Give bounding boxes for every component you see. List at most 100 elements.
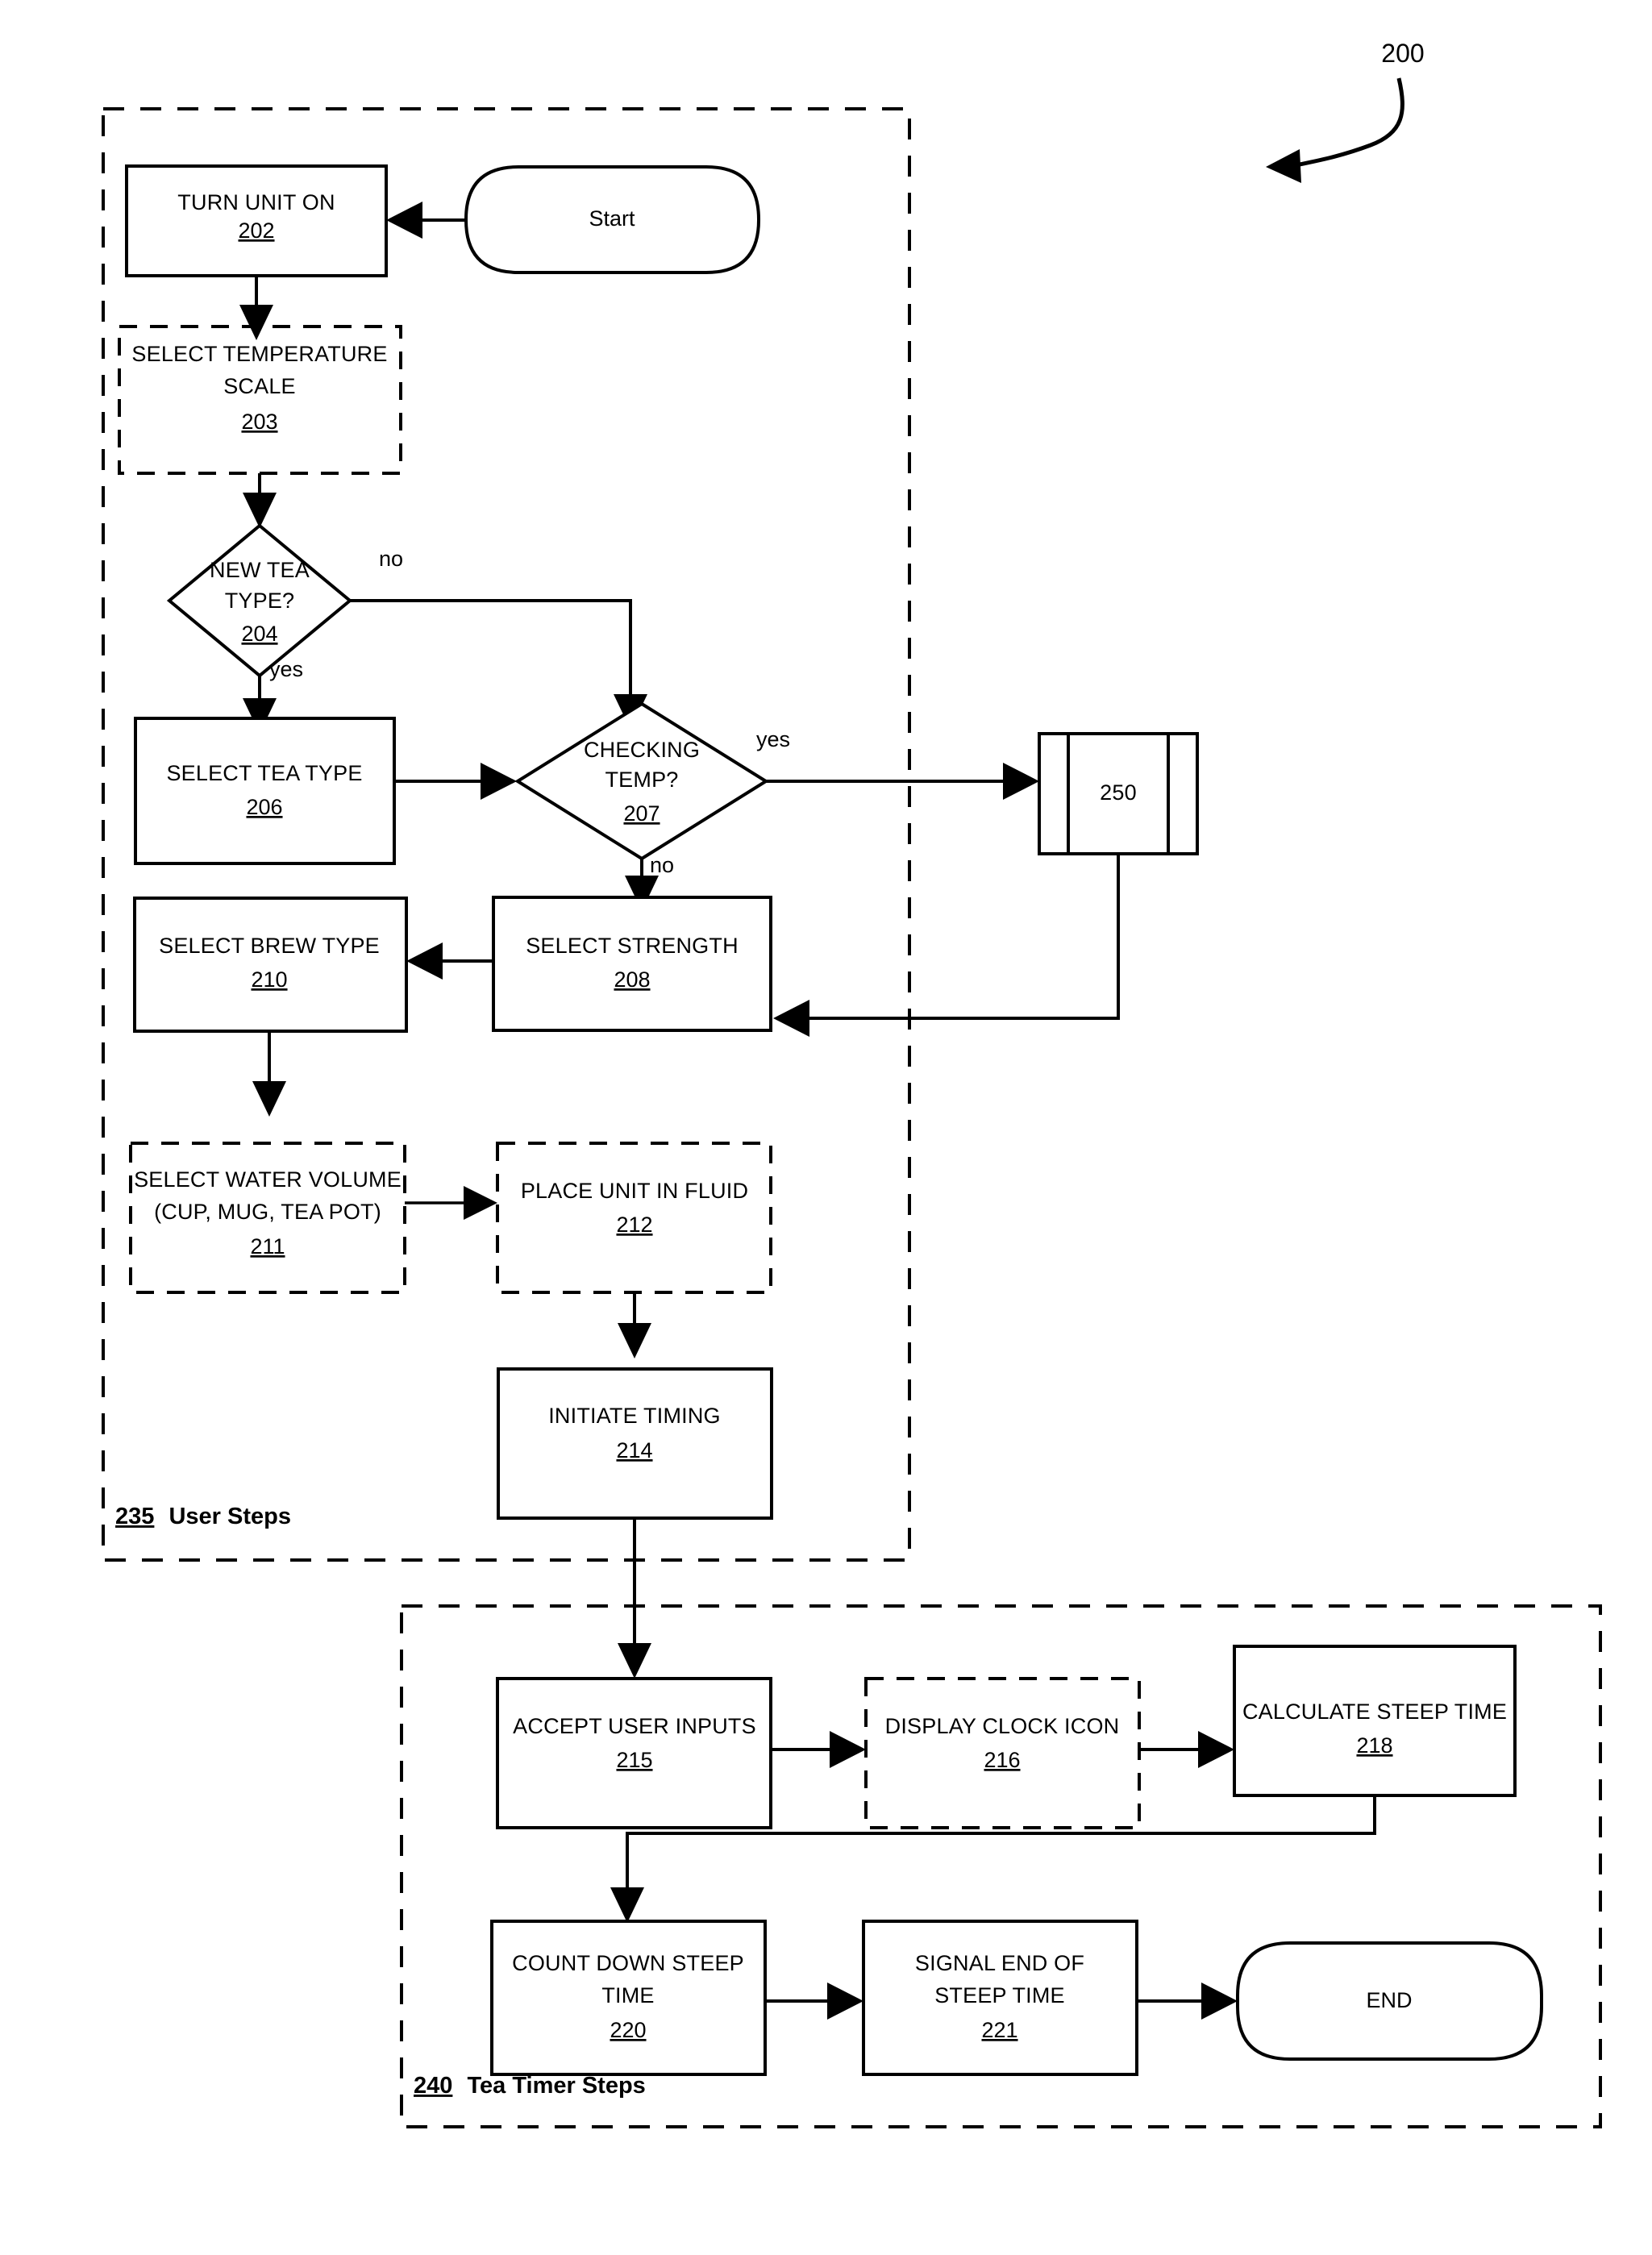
group-tea-timer-steps-ref: 240	[414, 2073, 452, 2099]
node-checking-temp-ref: 207	[623, 801, 660, 826]
edge-250-208-arrowhead	[773, 1000, 809, 1037]
edge-218-220-arrowhead	[610, 1887, 644, 1923]
node-select-water-volume[interactable]: SELECT WATER VOLUME (CUP, MUG, TEA POT) …	[129, 1142, 406, 1294]
node-place-unit-in-fluid[interactable]: PLACE UNIT IN FLUID 212	[496, 1142, 772, 1294]
node-calculate-steep-time[interactable]: CALCULATE STEEP TIME 218	[1233, 1645, 1517, 1797]
node-new-tea-type-line2: TYPE?	[225, 589, 295, 613]
group-tea-timer-steps-label: 240 Tea Timer Steps	[414, 2073, 646, 2099]
group-tea-timer-steps-text: Tea Timer Steps	[467, 2073, 645, 2099]
edge-215-216-arrowhead	[830, 1731, 866, 1768]
edge-203-204-arrowhead	[243, 493, 277, 528]
edge-216-218-arrowhead	[1198, 1731, 1234, 1768]
node-end[interactable]: END	[1236, 1941, 1543, 2061]
edge-label-new-tea-type-yes: yes	[269, 657, 303, 681]
edge-202-to-203	[239, 276, 273, 340]
node-count-down-steep-time[interactable]: COUNT DOWN STEEP TIME 220	[490, 1920, 767, 2076]
node-checking-temp-line2: TEMP?	[605, 768, 678, 792]
node-calculate-steep-time-ref: 218	[1356, 1733, 1392, 1758]
node-signal-end-of-steep-time[interactable]: SIGNAL END OF STEEP TIME 221	[862, 1920, 1138, 2076]
edge-210-to-211	[252, 1031, 286, 1117]
node-accept-user-inputs-ref: 215	[616, 1748, 652, 1772]
figure-pointer-arrowhead	[1266, 149, 1301, 183]
edge-221-end-arrowhead	[1201, 1982, 1238, 2020]
edge-220-to-221	[765, 1982, 863, 2020]
edge-212-214-arrowhead	[618, 1323, 651, 1358]
node-select-strength-shape[interactable]	[492, 896, 772, 1032]
edge-202-203-arrowhead	[239, 305, 273, 340]
edge-214-to-215	[618, 1518, 651, 1679]
edge-220-221-arrowhead	[827, 1982, 863, 2020]
node-accept-user-inputs-label: ACCEPT USER INPUTS	[513, 1714, 756, 1738]
edge-250-208-path	[806, 854, 1120, 1020]
node-new-tea-type-decision[interactable]: NEW TEA TYPE? 204	[166, 523, 353, 678]
node-end-label: END	[1366, 1988, 1412, 2012]
node-turn-unit-on[interactable]: TURN UNIT ON 202	[125, 164, 388, 277]
node-display-clock-icon-label: DISPLAY CLOCK ICON	[885, 1714, 1120, 1738]
node-predefined-process-250[interactable]: 250	[1038, 732, 1199, 855]
edge-215-to-216	[771, 1731, 866, 1768]
edge-211-to-212	[405, 1186, 497, 1220]
node-select-tea-type-label: SELECT TEA TYPE	[166, 761, 362, 785]
node-calculate-steep-time-label: CALCULATE STEEP TIME	[1242, 1700, 1507, 1724]
figure-number-pointer: 200	[1266, 39, 1425, 183]
node-250-label: 250	[1100, 780, 1137, 805]
node-initiate-timing[interactable]: INITIATE TIMING 214	[497, 1367, 773, 1520]
figure-pointer-curve	[1295, 77, 1404, 168]
node-turn-unit-on-ref: 202	[238, 218, 274, 243]
node-count-down-steep-time-ref: 220	[610, 2018, 646, 2042]
node-select-temperature-scale[interactable]: SELECT TEMPERATURE SCALE 203	[118, 325, 402, 475]
node-start-label: Start	[589, 206, 635, 231]
edge-212-to-214	[618, 1292, 651, 1358]
node-place-unit-in-fluid-ref: 212	[616, 1213, 652, 1237]
edge-206-207-arrowhead	[481, 763, 517, 800]
edge-221-to-end	[1137, 1982, 1238, 2020]
node-select-water-volume-line2: (CUP, MUG, TEA POT)	[154, 1200, 381, 1224]
node-select-temperature-scale-ref: 203	[241, 410, 277, 434]
node-place-unit-in-fluid-label: PLACE UNIT IN FLUID	[521, 1179, 748, 1203]
edge-250-to-208	[773, 854, 1120, 1037]
edge-210-211-arrowhead	[252, 1081, 286, 1117]
figure-number: 200	[1381, 39, 1424, 68]
edge-204-no-to-207: no	[350, 547, 647, 730]
node-select-water-volume-line1: SELECT WATER VOLUME	[134, 1167, 402, 1192]
edge-203-to-204	[243, 473, 277, 528]
node-checking-temp-line1: CHECKING	[584, 738, 700, 762]
edge-start-to-turn-unit-on	[386, 202, 466, 239]
edge-206-to-207	[394, 763, 517, 800]
node-select-brew-type[interactable]: SELECT BREW TYPE 210	[133, 897, 408, 1033]
node-turn-unit-on-label: TURN UNIT ON	[177, 190, 335, 214]
edge-207-yes-to-250: yes	[756, 727, 1039, 800]
edge-208-210-arrowhead	[406, 942, 443, 980]
node-count-down-steep-time-line2: TIME	[601, 1983, 654, 2007]
group-user-steps-text: User Steps	[169, 1504, 291, 1529]
node-select-brew-type-ref: 210	[251, 967, 287, 992]
node-new-tea-type-line1: NEW TEA	[210, 558, 310, 582]
node-accept-user-inputs[interactable]: ACCEPT USER INPUTS 215	[496, 1677, 772, 1829]
node-signal-end-of-steep-time-line2: STEEP TIME	[934, 1983, 1065, 2007]
node-select-strength-label: SELECT STRENGTH	[526, 934, 739, 958]
node-signal-end-of-steep-time-line1: SIGNAL END OF	[915, 1951, 1084, 1975]
node-start[interactable]: Start	[464, 165, 760, 274]
node-new-tea-type-ref: 204	[241, 622, 277, 646]
node-select-brew-type-label: SELECT BREW TYPE	[159, 934, 380, 958]
node-display-clock-icon[interactable]: DISPLAY CLOCK ICON 216	[864, 1677, 1141, 1829]
node-select-strength[interactable]: SELECT STRENGTH 208	[492, 896, 772, 1032]
node-checking-temp-decision[interactable]: CHECKING TEMP? 207	[514, 701, 769, 861]
node-select-tea-type[interactable]: SELECT TEA TYPE 206	[134, 717, 396, 865]
node-display-clock-icon-ref: 216	[984, 1748, 1020, 1772]
node-select-water-volume-ref: 211	[250, 1234, 285, 1259]
patent-figure-canvas: 200 235 User Steps 240 Tea Timer Steps S…	[0, 0, 1652, 2255]
edge-207-yes-arrowhead	[1003, 763, 1039, 800]
node-initiate-timing-ref: 214	[616, 1438, 652, 1462]
edge-start-202-arrowhead	[386, 202, 422, 239]
node-select-temperature-scale-line1: SELECT TEMPERATURE	[131, 342, 387, 366]
edge-216-to-218	[1139, 1731, 1234, 1768]
node-select-temperature-scale-line2: SCALE	[223, 374, 296, 398]
node-select-brew-type-shape[interactable]	[133, 897, 408, 1033]
edge-204-no-path	[350, 599, 632, 697]
node-select-tea-type-shape[interactable]	[134, 717, 396, 865]
group-user-steps-label: 235 User Steps	[115, 1504, 291, 1529]
node-select-strength-ref: 208	[614, 967, 650, 992]
edge-label-new-tea-type-no: no	[379, 547, 403, 571]
node-signal-end-of-steep-time-ref: 221	[981, 2018, 1017, 2042]
